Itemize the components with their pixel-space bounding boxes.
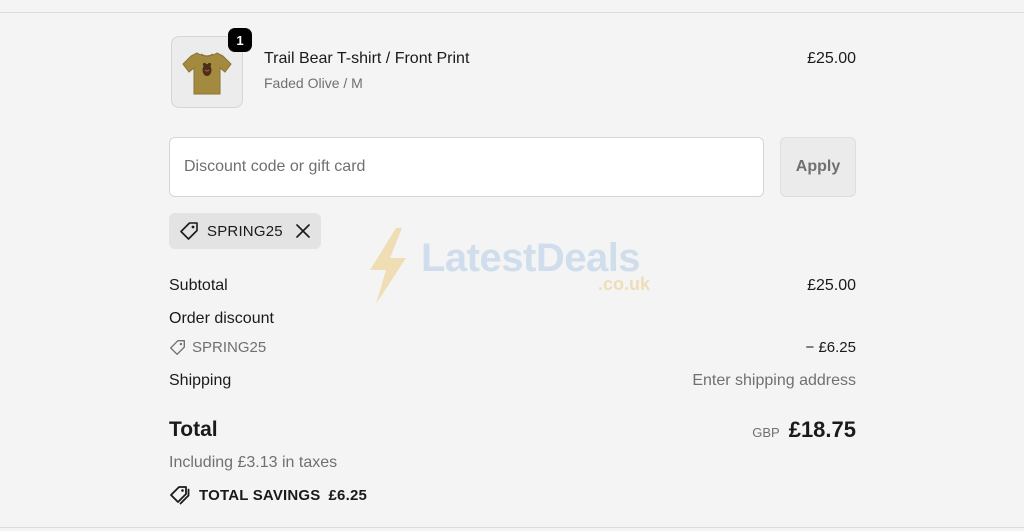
total-value-group: GBP £18.75 xyxy=(752,417,856,443)
taxes-note: Including £3.13 in taxes xyxy=(169,454,338,471)
total-amount: £18.75 xyxy=(788,417,856,442)
discount-code-input[interactable] xyxy=(169,137,764,197)
tshirt-icon xyxy=(182,52,232,95)
applied-discount-chip: SPRING25 xyxy=(169,213,321,249)
remove-discount-button[interactable] xyxy=(295,223,311,239)
apply-discount-button[interactable]: Apply xyxy=(780,137,856,197)
product-title: Trail Bear T-shirt / Front Print xyxy=(264,50,470,67)
product-price: £25.00 xyxy=(807,50,856,67)
quantity-badge: 1 xyxy=(228,28,252,52)
order-summary: 1 Trail Bear T-shirt / Front Print Faded… xyxy=(169,0,856,531)
discount-amount: − £6.25 xyxy=(805,339,856,356)
savings-label: TOTAL SAVINGS xyxy=(199,486,321,504)
bottom-divider xyxy=(0,527,1024,528)
discount-code-text: SPRING25 xyxy=(192,339,267,356)
tag-icon xyxy=(180,222,198,240)
close-icon xyxy=(296,224,310,238)
applied-discount-code: SPRING25 xyxy=(207,222,283,240)
total-savings: TOTAL SAVINGS £6.25 xyxy=(169,485,367,505)
shipping-value: Enter shipping address xyxy=(692,372,856,389)
tags-icon xyxy=(170,486,190,505)
subtotal-value: £25.00 xyxy=(807,277,856,294)
total-label: Total xyxy=(169,418,218,441)
order-discount-label: Order discount xyxy=(169,310,274,327)
currency-code: GBP xyxy=(752,425,780,440)
tag-icon xyxy=(170,340,185,355)
discount-code-line: SPRING25 xyxy=(169,339,266,356)
subtotal-label: Subtotal xyxy=(169,277,228,294)
product-variant: Faded Olive / M xyxy=(264,75,363,91)
shipping-label: Shipping xyxy=(169,372,232,389)
savings-value: £6.25 xyxy=(328,486,368,504)
